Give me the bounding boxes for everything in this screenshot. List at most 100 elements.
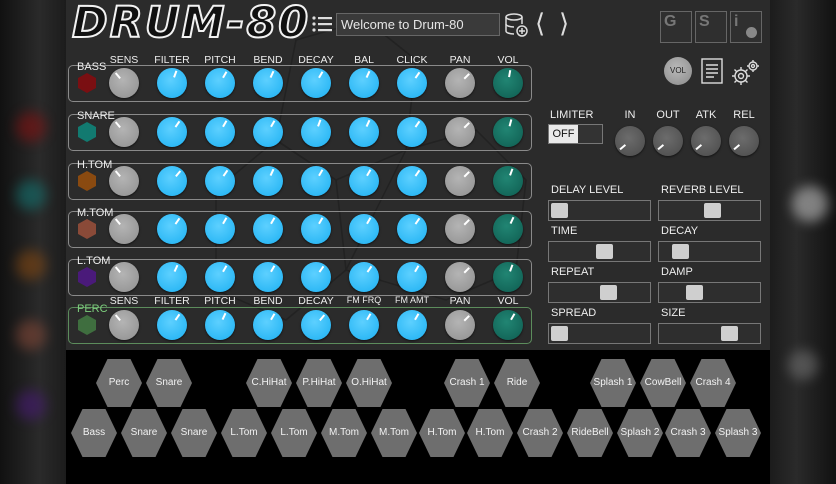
knob-mtom-7[interactable] [445,214,475,244]
knob-htom-2[interactable] [205,166,235,196]
knob-bass-0[interactable] [109,68,139,98]
knob-snare-0[interactable] [109,117,139,147]
knob-mtom-8[interactable] [493,214,523,244]
knob-snare-4[interactable] [301,117,331,147]
limiter-toggle[interactable]: OFF [548,124,603,144]
knob-mtom-2[interactable] [205,214,235,244]
drum-pad-mtom[interactable]: M.Tom [321,409,367,457]
knob-snare-7[interactable] [445,117,475,147]
preset-name-field[interactable]: Welcome to Drum-80 [336,13,500,36]
knob-ltom-3[interactable] [253,262,283,292]
knob-mtom-5[interactable] [349,214,379,244]
knob-htom-6[interactable] [397,166,427,196]
info-button[interactable]: i [730,11,762,43]
slider-damp[interactable] [658,282,761,303]
knob-bass-5[interactable] [349,68,379,98]
drum-pad-crash1[interactable]: Crash 1 [444,359,490,407]
drum-pad-splash3[interactable]: Splash 3 [715,409,761,457]
knob-snare-1[interactable] [157,117,187,147]
slider-thumb[interactable] [551,203,568,218]
knob-perc-2[interactable] [205,310,235,340]
dyn-knob-atk[interactable] [691,126,721,156]
knob-htom-1[interactable] [157,166,187,196]
g-button[interactable]: G [660,11,692,43]
knob-snare-2[interactable] [205,117,235,147]
prev-preset-arrow[interactable]: ⟨ [535,9,545,39]
knob-perc-6[interactable] [397,310,427,340]
knob-ltom-6[interactable] [397,262,427,292]
drum-pad-cowbell[interactable]: CowBell [640,359,686,407]
knob-perc-4[interactable] [301,310,331,340]
s-button[interactable]: S [695,11,727,43]
knob-mtom-3[interactable] [253,214,283,244]
knob-bass-2[interactable] [205,68,235,98]
slider-thumb[interactable] [720,326,738,341]
knob-mtom-0[interactable] [109,214,139,244]
slider-spread[interactable] [548,323,651,344]
dyn-knob-in[interactable] [615,126,645,156]
knob-mtom-6[interactable] [397,214,427,244]
drum-pad-splash1[interactable]: Splash 1 [590,359,636,407]
knob-ltom-1[interactable] [157,262,187,292]
knob-mtom-4[interactable] [301,214,331,244]
preset-list-icon[interactable] [312,15,332,33]
knob-mtom-1[interactable] [157,214,187,244]
knob-htom-0[interactable] [109,166,139,196]
knob-perc-5[interactable] [349,310,379,340]
knob-ltom-4[interactable] [301,262,331,292]
save-preset-icon[interactable] [504,12,528,38]
knob-htom-7[interactable] [445,166,475,196]
knob-snare-5[interactable] [349,117,379,147]
slider-size[interactable] [658,323,761,344]
knob-snare-3[interactable] [253,117,283,147]
drum-pad-chihat[interactable]: C.HiHat [246,359,292,407]
slider-delay-level[interactable] [548,200,651,221]
knob-ltom-2[interactable] [205,262,235,292]
knob-ltom-0[interactable] [109,262,139,292]
drum-pad-htom[interactable]: H.Tom [419,409,465,457]
next-preset-arrow[interactable]: ⟩ [559,9,569,39]
knob-bass-7[interactable] [445,68,475,98]
slider-repeat[interactable] [548,282,651,303]
drum-pad-crash4[interactable]: Crash 4 [690,359,736,407]
knob-perc-1[interactable] [157,310,187,340]
drum-pad-mtom[interactable]: M.Tom [371,409,417,457]
drum-pad-ltom[interactable]: L.Tom [271,409,317,457]
master-vol-button[interactable]: VOL [664,57,692,85]
knob-snare-6[interactable] [397,117,427,147]
knob-perc-3[interactable] [253,310,283,340]
drum-pad-perc[interactable]: Perc [96,359,142,407]
drum-pad-ridebell[interactable]: RideBell [567,409,613,457]
knob-perc-8[interactable] [493,310,523,340]
slider-thumb[interactable] [551,326,568,341]
knob-htom-4[interactable] [301,166,331,196]
knob-bass-1[interactable] [157,68,187,98]
drum-pad-snare[interactable]: Snare [146,359,192,407]
knob-ltom-5[interactable] [349,262,379,292]
knob-perc-7[interactable] [445,310,475,340]
drum-pad-htom[interactable]: H.Tom [467,409,513,457]
notes-icon[interactable] [701,58,723,84]
drum-pad-crash3[interactable]: Crash 3 [665,409,711,457]
knob-htom-8[interactable] [493,166,523,196]
drum-pad-phihat[interactable]: P.HiHat [296,359,342,407]
slider-decay[interactable] [658,241,761,262]
knob-perc-0[interactable] [109,310,139,340]
knob-bass-6[interactable] [397,68,427,98]
slider-time[interactable] [548,241,651,262]
knob-snare-8[interactable] [493,117,523,147]
knob-ltom-8[interactable] [493,262,523,292]
slider-thumb[interactable] [600,285,618,300]
knob-htom-5[interactable] [349,166,379,196]
drum-pad-snare[interactable]: Snare [121,409,167,457]
drum-pad-splash2[interactable]: Splash 2 [617,409,663,457]
slider-thumb[interactable] [704,203,722,218]
settings-gear-icon[interactable] [730,58,760,86]
slider-thumb[interactable] [596,244,614,259]
knob-ltom-7[interactable] [445,262,475,292]
slider-reverb-level[interactable] [658,200,761,221]
drum-pad-bass[interactable]: Bass [71,409,117,457]
knob-htom-3[interactable] [253,166,283,196]
drum-pad-crash2[interactable]: Crash 2 [517,409,563,457]
slider-thumb[interactable] [671,244,689,259]
